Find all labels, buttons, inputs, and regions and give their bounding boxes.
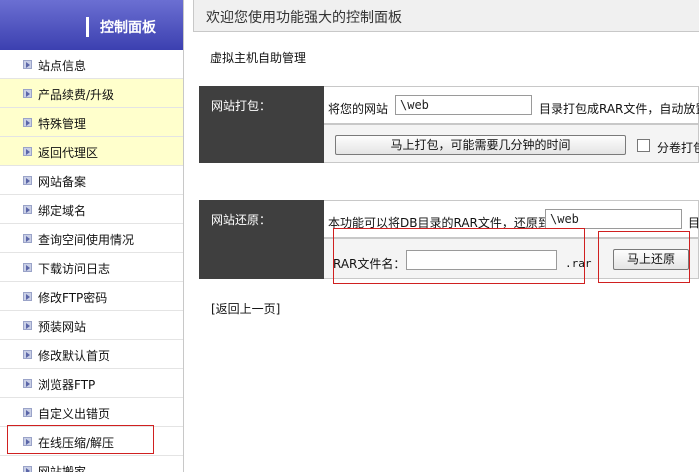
sidebar-item-custom-error-page[interactable]: 自定义出错页 bbox=[0, 398, 183, 427]
page-subtitle: 虚拟主机自助管理 bbox=[210, 51, 307, 65]
sidebar-item-site-filing[interactable]: 网站备案 bbox=[0, 166, 183, 195]
sidebar-item-label: 产品续费/升级 bbox=[38, 88, 115, 102]
split-pack-checkbox[interactable] bbox=[637, 139, 650, 152]
sidebar-item-label: 查询空间使用情况 bbox=[38, 233, 135, 247]
highlight-annotation-box bbox=[598, 231, 690, 283]
top-bar: 欢迎您使用功能强大的控制面板 bbox=[193, 0, 699, 32]
arrow-bullet-icon bbox=[23, 60, 32, 69]
sidebar-item-bind-domain[interactable]: 绑定域名 bbox=[0, 195, 183, 224]
sidebar-item-renew-upgrade[interactable]: 产品续费/升级 bbox=[0, 79, 183, 108]
arrow-bullet-icon bbox=[23, 263, 32, 272]
arrow-bullet-icon bbox=[23, 292, 32, 301]
arrow-bullet-icon bbox=[23, 350, 32, 359]
sidebar-menu: 站点信息 产品续费/升级 特殊管理 返回代理区 网站备案 绑定域名 查询空间使用… bbox=[0, 50, 183, 472]
header-accent-bar bbox=[86, 17, 89, 37]
restore-section-label: 网站还原： bbox=[199, 200, 324, 279]
welcome-text: 欢迎您使用功能强大的控制面板 bbox=[206, 10, 402, 26]
arrow-bullet-icon bbox=[23, 408, 32, 417]
sidebar: 控制面板 站点信息 产品续费/升级 特殊管理 返回代理区 网站备案 绑定域名 查… bbox=[0, 0, 184, 472]
sidebar-item-label: 浏览器FTP bbox=[38, 378, 96, 392]
sidebar-item-label: 返回代理区 bbox=[38, 146, 99, 160]
pack-prefix-text: 将您的网站 bbox=[328, 102, 389, 116]
sidebar-title: 控制面板 bbox=[100, 20, 156, 36]
main-content: 欢迎您使用功能强大的控制面板 虚拟主机自助管理 网站打包： 将您的网站 \web… bbox=[193, 0, 699, 472]
pack-section-label: 网站打包： bbox=[199, 86, 324, 163]
arrow-bullet-icon bbox=[23, 234, 32, 243]
pack-suffix-text: 目录打包成RAR文件，自动放置 bbox=[539, 102, 699, 116]
pack-row-1: 将您的网站 \web 目录打包成RAR文件，自动放置 bbox=[324, 86, 699, 124]
sidebar-item-site-move[interactable]: 网站搬家 bbox=[0, 456, 183, 472]
sidebar-item-label: 网站备案 bbox=[38, 175, 87, 189]
pack-dir-input[interactable]: \web bbox=[395, 95, 532, 115]
sidebar-item-label: 预装网站 bbox=[38, 320, 87, 334]
sidebar-header: 控制面板 bbox=[0, 0, 183, 50]
split-pack-label: 分卷打包 bbox=[657, 141, 699, 155]
pack-row-2: 马上打包，可能需要几分钟的时间 分卷打包 bbox=[324, 124, 699, 163]
sidebar-item-space-usage[interactable]: 查询空间使用情况 bbox=[0, 224, 183, 253]
arrow-bullet-icon bbox=[23, 379, 32, 388]
arrow-bullet-icon bbox=[23, 118, 32, 127]
sidebar-item-label: 下载访问日志 bbox=[38, 262, 111, 276]
arrow-bullet-icon bbox=[23, 176, 32, 185]
arrow-bullet-icon bbox=[23, 147, 32, 156]
sidebar-item-label: 绑定域名 bbox=[38, 204, 87, 218]
sidebar-item-special-manage[interactable]: 特殊管理 bbox=[0, 108, 183, 137]
arrow-bullet-icon bbox=[23, 205, 32, 214]
sidebar-item-agent-area[interactable]: 返回代理区 bbox=[0, 137, 183, 166]
arrow-bullet-icon bbox=[23, 89, 32, 98]
pack-now-button[interactable]: 马上打包，可能需要几分钟的时间 bbox=[335, 135, 626, 155]
back-link[interactable]: [返回上一页] bbox=[211, 300, 280, 317]
arrow-bullet-icon bbox=[23, 466, 32, 472]
sidebar-item-label: 自定义出错页 bbox=[38, 407, 111, 421]
sidebar-item-label: 修改默认首页 bbox=[38, 349, 111, 363]
sidebar-item-site-info[interactable]: 站点信息 bbox=[0, 50, 183, 79]
sidebar-item-label: 特殊管理 bbox=[38, 117, 87, 131]
sidebar-item-browser-ftp[interactable]: 浏览器FTP bbox=[0, 369, 183, 398]
sidebar-item-download-logs[interactable]: 下载访问日志 bbox=[0, 253, 183, 282]
highlight-annotation-box bbox=[7, 425, 154, 454]
sidebar-item-label: 站点信息 bbox=[38, 59, 87, 73]
restore-dir-input[interactable]: \web bbox=[545, 209, 682, 229]
sidebar-item-preinstall-site[interactable]: 预装网站 bbox=[0, 311, 183, 340]
restore-trail-text: 目 bbox=[688, 216, 699, 230]
sidebar-item-label: 修改FTP密码 bbox=[38, 291, 108, 305]
sidebar-item-label: 网站搬家 bbox=[38, 465, 87, 472]
control-panel-page: 控制面板 站点信息 产品续费/升级 特殊管理 返回代理区 网站备案 绑定域名 查… bbox=[0, 0, 699, 472]
highlight-annotation-box bbox=[333, 228, 585, 284]
arrow-bullet-icon bbox=[23, 321, 32, 330]
sidebar-item-ftp-password[interactable]: 修改FTP密码 bbox=[0, 282, 183, 311]
sidebar-item-default-homepage[interactable]: 修改默认首页 bbox=[0, 340, 183, 369]
